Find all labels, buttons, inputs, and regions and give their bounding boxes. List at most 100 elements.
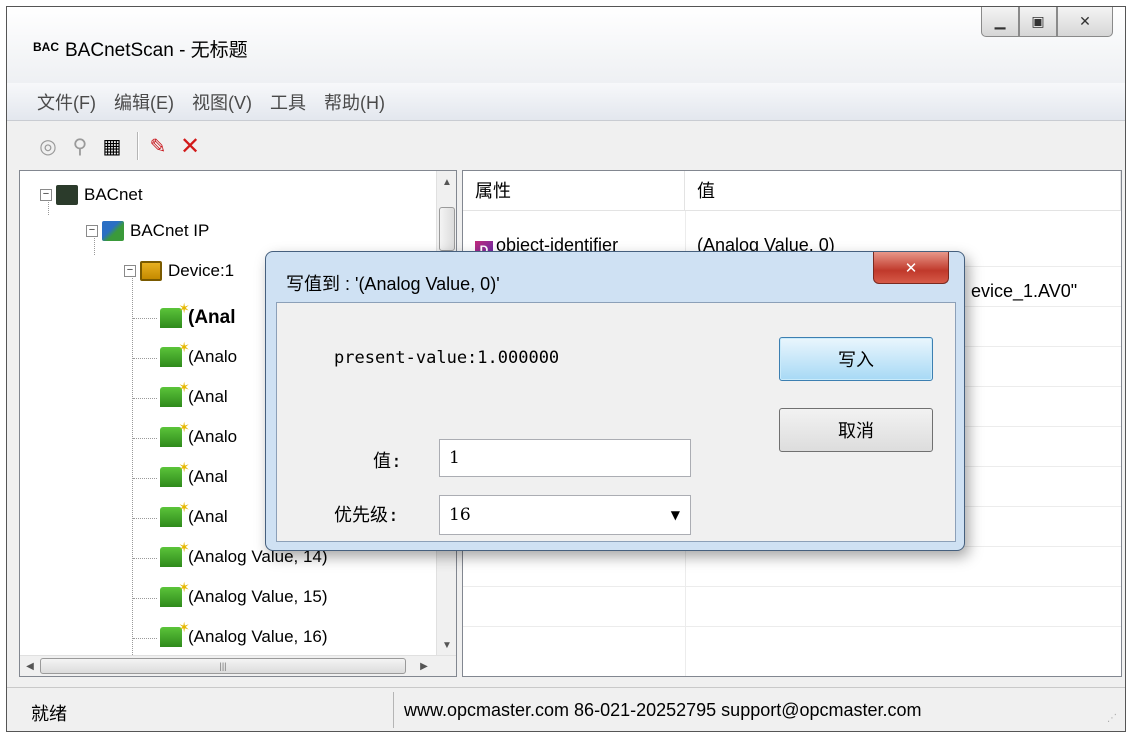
priority-select[interactable]: 16 ▼ [439,495,691,535]
value-label: 值: [373,451,402,472]
write-button[interactable]: 写入 [779,337,933,381]
tree-item[interactable]: (Anal [160,379,228,407]
scan-icon[interactable]: ◎ [35,133,61,159]
row-divider [463,586,1121,587]
menu-help[interactable]: 帮助(H) [324,89,385,115]
tree-item-analog-value-15[interactable]: (Analog Value, 15) [160,579,328,607]
list-header: 属性 值 [463,171,1121,211]
minimize-icon: ▁ [994,13,1006,29]
toolbar-separator [137,132,139,160]
window-controls: ▁ ▣ ✕ [981,7,1113,37]
tree-line [133,598,157,599]
maximize-icon: ▣ [1031,13,1045,29]
write-icon[interactable]: ✎ [145,133,171,159]
tree-node-label: (Analog Value, 15) [188,587,328,606]
close-icon: ✕ [904,259,918,277]
analog-value-icon [160,499,190,527]
analog-value-icon [160,419,190,447]
tree-line [132,271,133,671]
tree-node-label: (Analo [188,347,238,366]
maximize-button[interactable]: ▣ [1019,7,1057,37]
toolbar: ◎ ⚲ ▦ ✎ ✕ [7,122,1125,170]
menu-bar: 文件(F) 编辑(E) 视图(V) 工具 帮助(H) [7,83,1125,121]
scroll-left-icon[interactable]: ◀ [20,656,40,676]
menu-view[interactable]: 视图(V) [192,89,252,115]
find-icon[interactable]: ⚲ [67,133,93,159]
dialog-title: 写值到 : '(Analog Value, 0)' [286,274,500,294]
tree-node-label: (Anal [188,467,228,486]
minimize-button[interactable]: ▁ [981,7,1019,37]
scroll-down-icon[interactable]: ▼ [437,634,456,656]
tree-item-analog-value-0[interactable]: (Anal [160,300,236,329]
tree-line [133,438,157,439]
menu-edit[interactable]: 编辑(E) [114,89,174,115]
tree-line [133,638,157,639]
tree-node-label: Device:1 [168,261,235,280]
tree-item-analog-value-16[interactable]: (Analog Value, 16) [160,619,328,647]
delete-icon[interactable]: ✕ [177,133,203,160]
tree-node-label: (Anal [188,387,228,406]
tree-node-label: BACnet [84,185,143,204]
priority-label: 优先级: [334,505,399,526]
tree-item[interactable]: (Anal [160,459,228,487]
status-contact: www.opcmaster.com 86-021-20252795 suppor… [393,692,1093,728]
value-input[interactable]: 1 [439,439,691,477]
dialog-close-button[interactable]: ✕ [873,252,949,284]
status-bar: 就绪 www.opcmaster.com 86-021-20252795 sup… [7,687,1125,731]
tree-line [133,358,157,359]
analog-value-icon [160,339,190,367]
scroll-thumb[interactable]: ||| [40,658,406,674]
scroll-right-icon[interactable]: ▶ [414,656,434,676]
analog-value-icon [160,379,190,407]
menu-file[interactable]: 文件(F) [37,89,96,115]
column-header-value[interactable]: 值 [685,171,1121,211]
analog-value-icon [160,300,190,328]
tree-node-label: BACnet IP [130,221,210,240]
write-value-dialog: 写值到 : '(Analog Value, 0)' ✕ present-valu… [265,251,965,551]
analog-value-icon [160,619,190,647]
row-divider [463,626,1121,627]
bacnet-app-icon: BAC [33,40,59,54]
tree-item[interactable]: (Anal [160,499,228,527]
tree-node-label: (Anal [188,307,236,328]
resize-grip-icon[interactable]: ⋰ [1107,713,1121,727]
analog-value-icon [160,579,190,607]
tree-item[interactable]: (Analo [160,419,237,447]
analog-value-icon [160,539,190,567]
tree-node-label: (Anal [188,507,228,526]
tree-node-bacnet[interactable]: − BACnet [40,185,143,205]
collapse-icon[interactable]: − [40,189,52,201]
tree-horizontal-scrollbar[interactable]: ◀ ||| ▶ [20,655,456,676]
dialog-body: present-value:1.000000 值: 1 优先级: 16 ▼ 写入… [276,302,956,542]
close-button[interactable]: ✕ [1057,7,1113,37]
analog-value-icon [160,459,190,487]
close-icon: ✕ [1079,13,1091,29]
device-icon [140,261,162,281]
tree-line [133,398,157,399]
tree-line [133,478,157,479]
chevron-down-icon[interactable]: ▼ [671,496,680,534]
present-value-text: present-value:1.000000 [334,348,560,368]
cancel-button[interactable]: 取消 [779,408,933,452]
window-title: BACnetScan - 无标题 [65,40,248,61]
column-header-property[interactable]: 属性 [463,171,685,211]
collapse-icon[interactable]: − [124,265,136,277]
tree-item[interactable]: (Analo [160,339,238,367]
title-bar: BAC BACnetScan - 无标题 ▁ ▣ ✕ [7,7,1125,83]
tree-node-label: (Analog Value, 16) [188,627,328,646]
collapse-icon[interactable]: − [86,225,98,237]
properties-icon[interactable]: ▦ [99,133,125,159]
scroll-up-icon[interactable]: ▲ [437,171,456,193]
network-icon [56,185,78,205]
tree-line [133,518,157,519]
status-text: 就绪 [31,704,67,724]
priority-value: 16 [449,505,471,525]
tree-node-bacnet-ip[interactable]: − BACnet IP [86,221,209,241]
tree-line [133,558,157,559]
tree-node-device[interactable]: − Device:1 [124,261,234,281]
scroll-thumb[interactable] [439,207,455,251]
menu-tools[interactable]: 工具 [270,89,306,115]
tree-line [133,318,157,319]
ip-network-icon [102,221,124,241]
property-value: evice_1.AV0" [971,281,1078,301]
